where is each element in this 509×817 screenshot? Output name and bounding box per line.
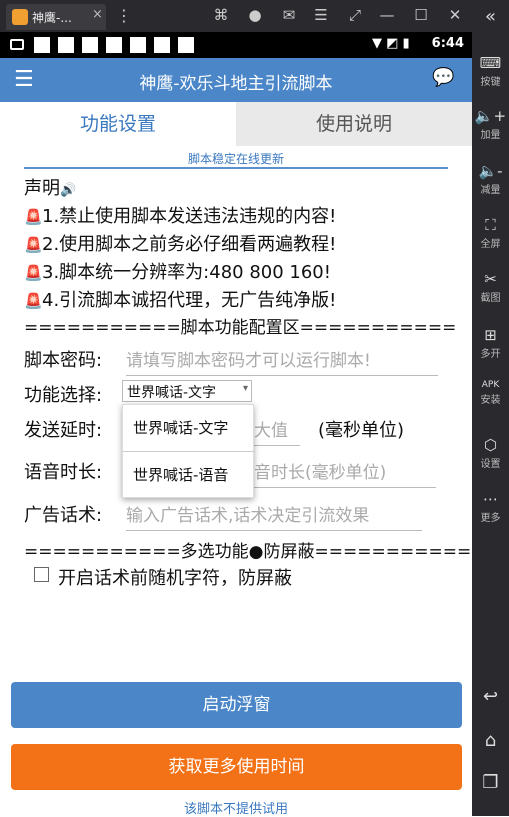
apk-icon: APK (481, 380, 500, 390)
scissors-icon: ✂ (484, 270, 497, 288)
delay-unit: (毫秒单位) (318, 420, 405, 441)
tab-close-icon[interactable]: × (92, 7, 103, 22)
config-divider: ===========脚本功能配置区=========== (24, 318, 457, 338)
delay-label: 发送延时: (24, 420, 103, 441)
function-select[interactable]: 世界喊话-文字 ▾ (122, 380, 252, 402)
statement-line: 🚨3.脚本统一分辨率为:480 800 160! (24, 262, 331, 283)
volume-down-icon: 🔈- (478, 162, 503, 180)
volume-up-icon: 🔈+ (474, 107, 507, 125)
notification-icon (34, 37, 50, 53)
menu-icon[interactable]: ☰ (310, 6, 332, 24)
function-dropdown: 世界喊话-文字 世界喊话-语音 (122, 404, 255, 498)
side-settings[interactable]: ⬡ 设置 (472, 436, 509, 470)
more-icon: ⋯ (483, 490, 498, 508)
emulator-tab[interactable]: 神鹰-... × (6, 4, 106, 30)
emulator-tab-title: 神鹰-... (32, 11, 72, 25)
emulator-menu-icon[interactable]: ⋮ (116, 6, 132, 25)
app-bar: ☰ 神鹰-欢乐斗地主引流脚本 💬 (0, 58, 472, 102)
side-install[interactable]: APK 安装 (472, 380, 509, 406)
footer-note: 该脚本不提供试用 (183, 802, 288, 817)
siren-icon: 🚨 (24, 208, 43, 226)
notification-icon (106, 37, 122, 53)
side-more[interactable]: ⋯ 更多 (472, 490, 509, 524)
side-fullscreen[interactable]: ⛶ 全屏 (472, 216, 509, 250)
tab-instructions[interactable]: 使用说明 (236, 102, 472, 146)
notification-icon (58, 37, 74, 53)
maximize-icon[interactable]: ☐ (410, 6, 432, 24)
notification-icon (130, 37, 146, 53)
status-time: 6:44 (431, 36, 464, 51)
home-icon[interactable]: ⌂ (472, 730, 509, 751)
notification-icon (82, 37, 98, 53)
mail-icon[interactable]: ✉ (278, 6, 300, 24)
emulator-side-panel: « ⌨ 按键 🔈+ 加量 🔈- 减量 ⛶ 全屏 ✂ 截图 ⊞ 多开 APK 安装 ⬡ 设置 ⋯ 更… (472, 0, 509, 816)
app-icon (12, 9, 28, 25)
ad-text-label: 广告话术: (24, 505, 103, 526)
gamepad-icon[interactable]: ⌘ (210, 6, 232, 24)
side-volume-down[interactable]: 🔈- 减量 (472, 162, 509, 196)
statement-line: 🚨2.使用脚本之前务必仔细看两遍教程! (24, 234, 337, 255)
user-icon[interactable]: ● (244, 6, 266, 24)
recents-icon[interactable]: ❐ (472, 772, 509, 793)
statement-line: 🚨4.引流脚本诚招代理，无广告纯净版! (24, 290, 337, 311)
close-icon[interactable]: ✕ (444, 6, 466, 24)
delay-input[interactable]: 大值 (254, 416, 300, 446)
notification-icon (154, 37, 170, 53)
multi-divider: ===========多选功能●防屏蔽=========== (24, 542, 472, 562)
status-bar: ▼ ◩ ▮ 6:44 (0, 32, 472, 58)
side-volume-up[interactable]: 🔈+ 加量 (472, 107, 509, 141)
voice-duration-input[interactable]: 音时长(毫秒单位) (254, 458, 436, 488)
ad-text-input[interactable]: 输入广告话术,话术决定引流效果 (126, 501, 422, 531)
siren-icon: 🚨 (24, 236, 43, 254)
get-more-time-button[interactable]: 获取更多使用时间 (11, 744, 462, 790)
multi-open-icon: ⊞ (484, 326, 497, 344)
update-note: 脚本稳定在线更新 (187, 152, 284, 166)
back-icon[interactable]: ↩ (472, 686, 509, 707)
statement-heading: 声明🔊 (24, 174, 76, 200)
emulator-titlebar: 神鹰-... × ⋮ ⌘ ● ✉ ☰ ⤢ — ☐ ✕ (0, 0, 509, 32)
dropdown-option-voice[interactable]: 世界喊话-语音 (123, 452, 255, 498)
chevron-down-icon: ▾ (242, 383, 248, 394)
dropdown-option-text[interactable]: 世界喊话-文字 (123, 405, 255, 451)
voice-duration-label: 语音时长: (24, 462, 103, 483)
divider-line (24, 167, 448, 169)
settings-icon: ⬡ (483, 436, 498, 454)
siren-icon: 🚨 (24, 264, 43, 282)
random-chars-label: 开启话术前随机字符，防屏蔽 (58, 568, 292, 589)
notification-icon (10, 39, 24, 50)
statement-title: 声明 (24, 178, 60, 199)
speaker-icon: 🔊 (60, 183, 77, 198)
function-select-value: 世界喊话-文字 (127, 385, 217, 401)
resize-icon[interactable]: ⤢ (344, 6, 366, 24)
minimize-icon[interactable]: — (376, 6, 398, 24)
tab-settings[interactable]: 功能设置 (0, 102, 236, 146)
password-input[interactable]: 请填写脚本密码才可以运行脚本! (126, 346, 438, 376)
chat-icon[interactable]: 💬 (432, 67, 454, 88)
app-title: 神鹰-欢乐斗地主引流脚本 (139, 74, 333, 94)
side-screenshot[interactable]: ✂ 截图 (472, 270, 509, 304)
statement-line: 🚨1.禁止使用脚本发送违法违规的内容! (24, 206, 337, 227)
tab-bar: 功能设置 使用说明 (0, 102, 472, 146)
side-multi-open[interactable]: ⊞ 多开 (472, 326, 509, 360)
keyboard-icon: ⌨ (479, 54, 502, 72)
function-label: 功能选择: (24, 385, 103, 406)
start-floating-window-button[interactable]: 启动浮窗 (11, 682, 462, 728)
random-chars-checkbox[interactable] (34, 567, 49, 582)
notification-icon (178, 37, 194, 53)
siren-icon: 🚨 (24, 292, 43, 310)
side-keyboard[interactable]: ⌨ 按键 (472, 54, 509, 88)
collapse-icon[interactable]: « (472, 6, 509, 27)
password-label: 脚本密码: (24, 350, 103, 371)
fullscreen-icon: ⛶ (485, 216, 496, 234)
wifi-battery-icons: ▼ ◩ ▮ (372, 36, 410, 51)
